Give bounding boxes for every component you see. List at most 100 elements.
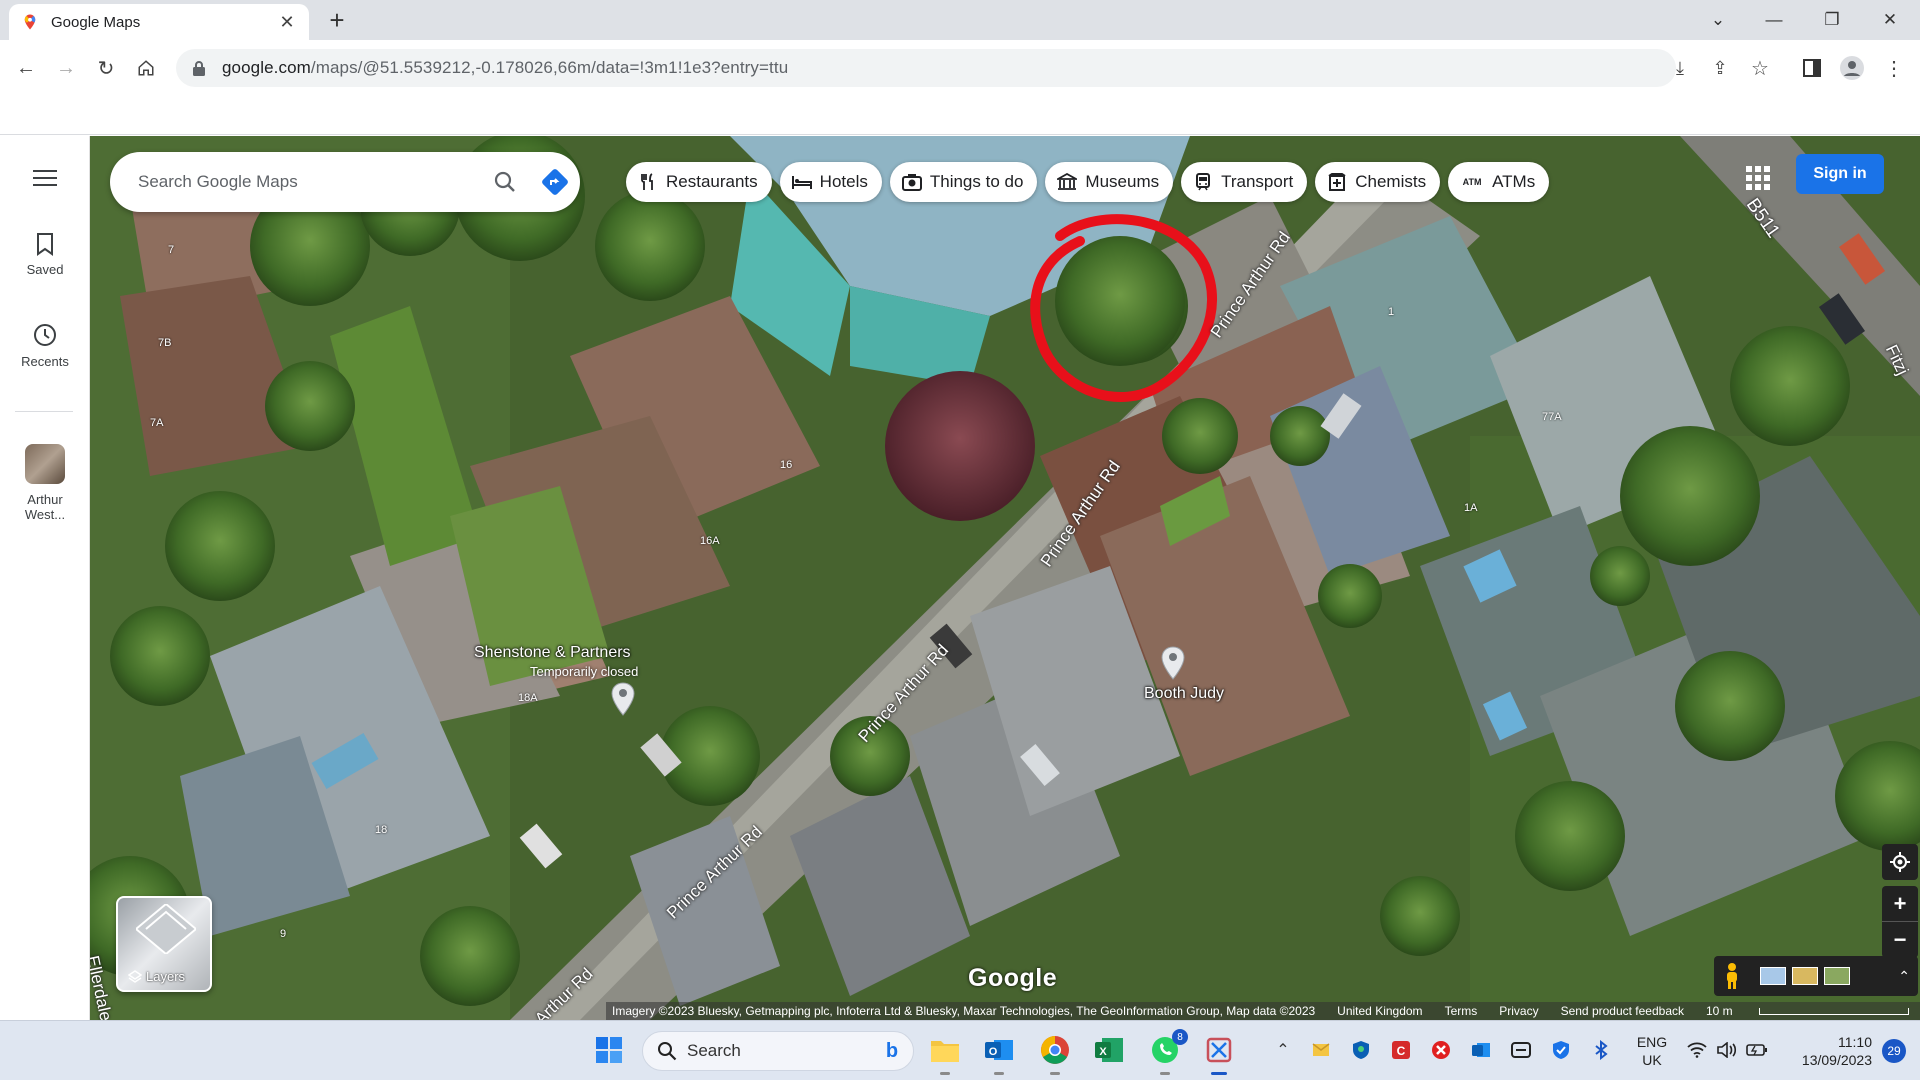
tab-search-chevron-icon[interactable]: ⌄: [1690, 0, 1746, 40]
zoom-out-button[interactable]: −: [1882, 922, 1918, 958]
map-canvas[interactable]: Prince Arthur Rd Prince Arthur Rd Prince…: [90, 136, 1920, 1020]
wifi-icon[interactable]: [1686, 1039, 1708, 1061]
restore-button[interactable]: ❐: [1804, 0, 1860, 40]
house-number: 77A: [1542, 411, 1562, 423]
saved-button[interactable]: Saved: [0, 232, 90, 277]
tray-security-icon[interactable]: [1550, 1039, 1572, 1061]
region-link[interactable]: United Kingdom: [1337, 1004, 1422, 1018]
search-icon: [658, 1042, 677, 1061]
feedback-link[interactable]: Send product feedback: [1561, 1004, 1684, 1018]
search-icon[interactable]: [480, 170, 530, 194]
bookmark-icon: [37, 233, 53, 256]
tray-outlook-icon[interactable]: [1470, 1039, 1492, 1061]
notification-badge[interactable]: 29: [1882, 1039, 1906, 1063]
windows-start-icon[interactable]: [592, 1033, 626, 1067]
whatsapp-badge: 8: [1172, 1029, 1188, 1045]
recent-place-label: Arthur West...: [24, 492, 66, 522]
rail-divider: [15, 411, 73, 412]
tray-shield-icon[interactable]: [1350, 1039, 1372, 1061]
chip-transport[interactable]: Transport: [1181, 162, 1308, 202]
recent-place-item[interactable]: Arthur West...: [0, 444, 90, 522]
expand-chevron-icon[interactable]: ⌃: [1898, 968, 1910, 985]
directions-icon[interactable]: [530, 168, 580, 196]
layers-icon: [128, 969, 142, 983]
imagery-thumbnail[interactable]: [1760, 967, 1786, 985]
street-view-bar: ⌃: [1714, 956, 1918, 996]
tray-vpn-icon[interactable]: [1510, 1039, 1532, 1061]
tray-mail-icon[interactable]: [1310, 1039, 1332, 1061]
terms-link[interactable]: Terms: [1445, 1004, 1478, 1018]
outlook-icon[interactable]: O: [982, 1033, 1016, 1075]
chip-museums[interactable]: Museums: [1045, 162, 1174, 202]
layers-button[interactable]: Layers: [116, 896, 212, 992]
reload-button[interactable]: ↻: [88, 50, 124, 86]
minimize-button[interactable]: —: [1746, 0, 1802, 40]
google-apps-icon[interactable]: [1744, 164, 1772, 192]
address-bar[interactable]: google.com/maps/@51.5539212,-0.178026,66…: [176, 49, 1676, 87]
snipping-tool-icon[interactable]: [1202, 1033, 1236, 1075]
sign-in-button[interactable]: Sign in: [1796, 154, 1884, 194]
tray-overflow-chevron-icon[interactable]: ⌃: [1272, 1039, 1294, 1061]
excel-icon[interactable]: X: [1092, 1033, 1126, 1067]
windows-taskbar: Search b O X 8 ⌃ C ENG UK 11:10 13/09/20…: [0, 1020, 1920, 1080]
chip-restaurants[interactable]: Restaurants: [626, 162, 772, 202]
system-clock[interactable]: 11:10 13/09/2023: [1780, 1033, 1872, 1069]
house-number: 7A: [150, 417, 164, 429]
booth-judy-pin-icon[interactable]: [1160, 646, 1186, 680]
forward-button[interactable]: →: [48, 50, 84, 86]
tray-error-icon[interactable]: [1430, 1039, 1452, 1061]
browser-menu-icon[interactable]: ⋮: [1876, 50, 1912, 86]
menu-button[interactable]: [0, 168, 90, 194]
chrome-icon[interactable]: [1038, 1033, 1072, 1075]
taskbar-search[interactable]: Search b: [642, 1031, 914, 1071]
fork-knife-icon: [638, 172, 658, 192]
chip-things-to-do[interactable]: Things to do: [889, 162, 1038, 202]
map-scale[interactable]: 10 m: [1706, 1004, 1920, 1018]
my-location-button[interactable]: [1882, 844, 1918, 880]
recents-button[interactable]: Recents: [0, 322, 90, 369]
imagery-thumbnail[interactable]: [1792, 967, 1818, 985]
privacy-link[interactable]: Privacy: [1499, 1004, 1538, 1018]
back-button[interactable]: ←: [8, 50, 44, 86]
hamburger-menu-icon: [33, 170, 57, 186]
browser-tab[interactable]: Google Maps ✕: [9, 4, 309, 40]
search-input[interactable]: Search Google Maps: [138, 172, 480, 192]
install-app-icon[interactable]: ⤓: [1662, 50, 1698, 86]
bing-icon[interactable]: b: [875, 1036, 909, 1066]
new-tab-button[interactable]: +: [322, 5, 352, 35]
volume-icon[interactable]: [1716, 1039, 1738, 1061]
shenstone-pin-icon[interactable]: [610, 682, 636, 716]
taskbar-search-label: Search: [687, 1041, 741, 1060]
language-indicator[interactable]: ENG UK: [1632, 1033, 1672, 1069]
whatsapp-icon[interactable]: 8: [1148, 1029, 1188, 1075]
place-label-booth-judy[interactable]: Booth Judy: [1144, 685, 1224, 703]
place-label-shenstone[interactable]: Shenstone & Partners: [474, 644, 631, 662]
saved-label: Saved: [26, 262, 64, 277]
chip-chemists[interactable]: Chemists: [1315, 162, 1441, 202]
imagery-thumbnail[interactable]: [1824, 967, 1850, 985]
tab-close-icon[interactable]: ✕: [277, 12, 297, 33]
search-box[interactable]: Search Google Maps: [110, 152, 580, 212]
chip-atms[interactable]: ATM ATMs: [1448, 162, 1550, 202]
side-panel-icon[interactable]: [1794, 50, 1830, 86]
place-status-label: Temporarily closed: [530, 664, 639, 679]
browser-tab-strip: Google Maps ✕ + ⌄ — ❐ ✕: [0, 0, 1920, 40]
svg-text:O: O: [989, 1046, 998, 1058]
category-chips: Restaurants Hotels Things to do Museums …: [626, 162, 1550, 202]
profile-avatar-icon[interactable]: [1834, 50, 1870, 86]
home-button[interactable]: [128, 50, 164, 86]
bookmark-star-icon[interactable]: ☆: [1742, 50, 1778, 86]
svg-text:X: X: [1099, 1046, 1107, 1058]
close-window-button[interactable]: ✕: [1862, 0, 1918, 40]
maps-left-rail: Saved Recents Arthur West...: [0, 136, 90, 1020]
tray-app-red-icon[interactable]: C: [1390, 1039, 1412, 1061]
share-icon[interactable]: ⇪: [1702, 50, 1738, 86]
recents-label: Recents: [21, 354, 69, 369]
tray-bluetooth-icon[interactable]: [1590, 1039, 1612, 1061]
zoom-in-button[interactable]: +: [1882, 886, 1918, 922]
pegman-icon[interactable]: [1722, 962, 1742, 990]
chip-hotels[interactable]: Hotels: [779, 162, 882, 202]
battery-icon[interactable]: [1746, 1039, 1768, 1061]
bookmarks-bar: [0, 96, 1920, 135]
file-explorer-icon[interactable]: [928, 1033, 962, 1075]
